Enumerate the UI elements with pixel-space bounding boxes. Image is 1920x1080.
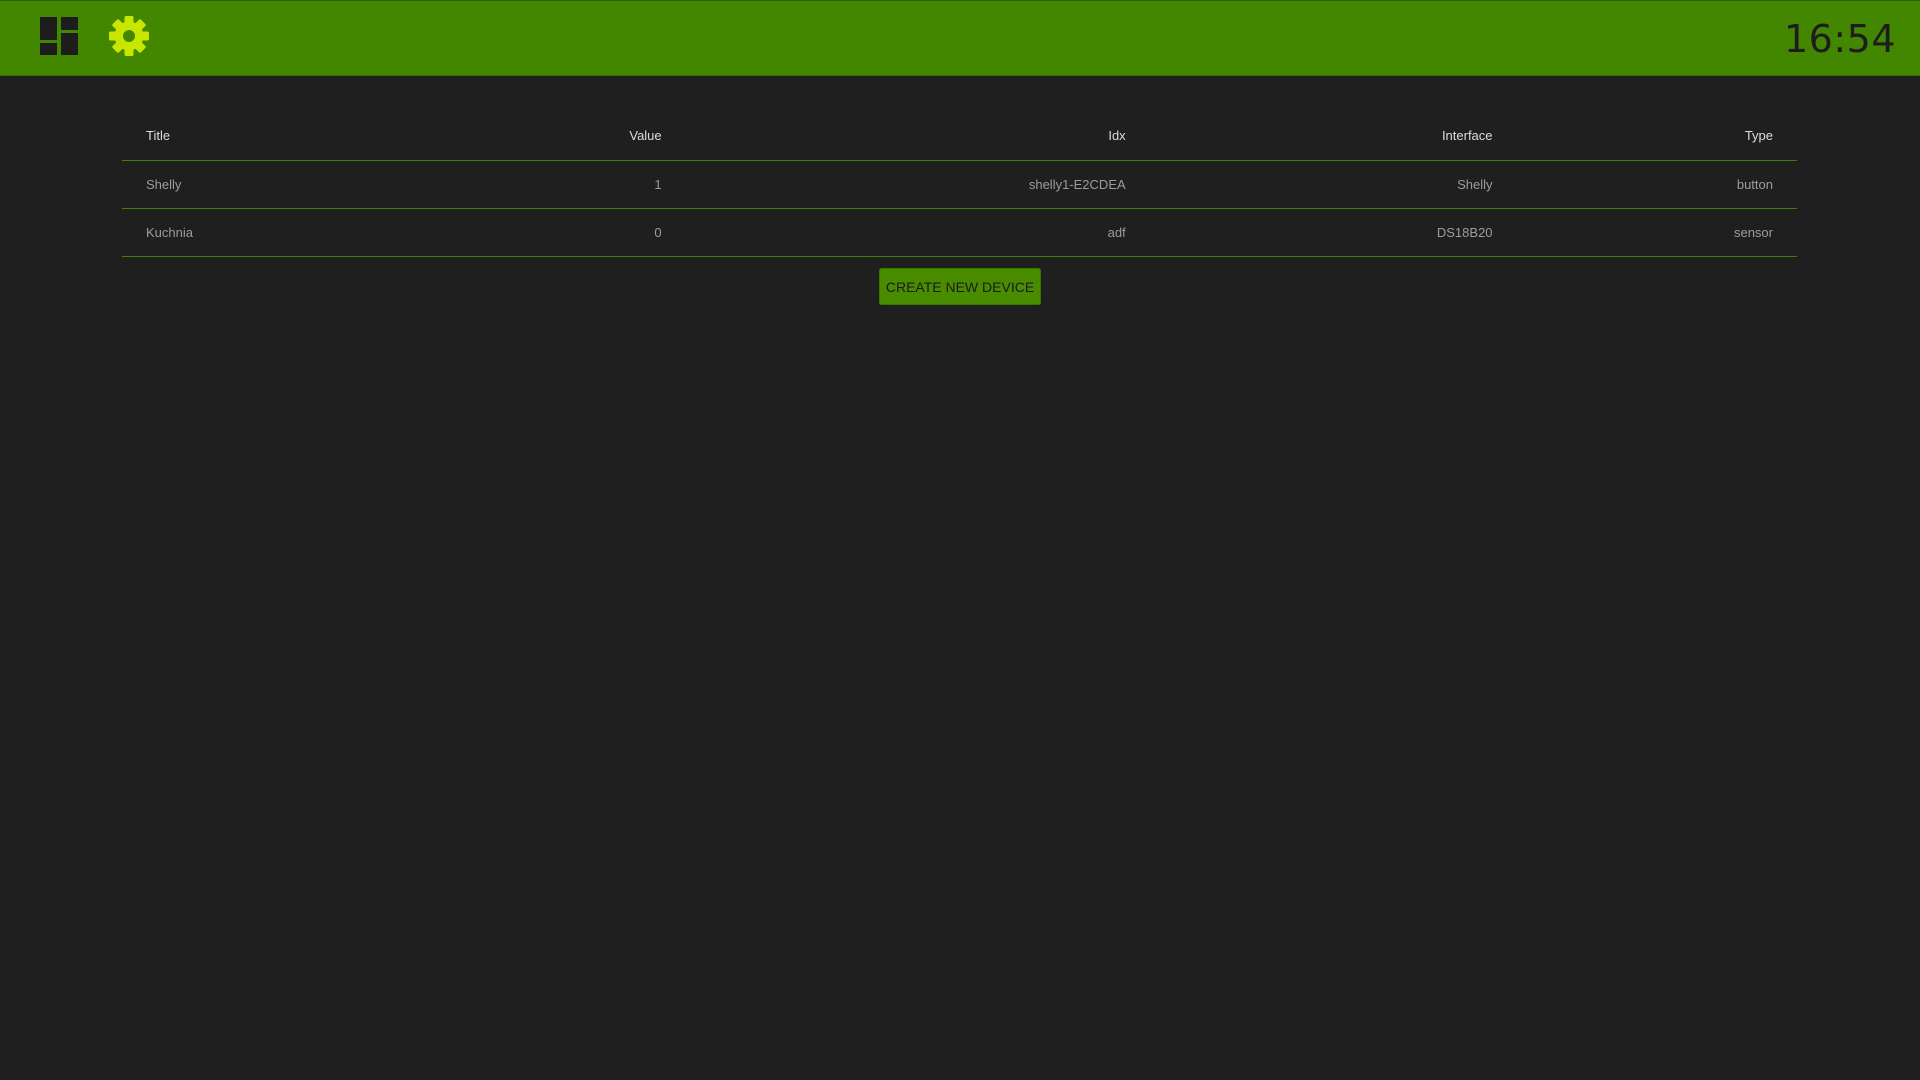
device-interface-cell: DS18B20: [1149, 208, 1517, 257]
column-header-interface[interactable]: Interface: [1149, 110, 1517, 161]
device-title-cell: Kuchnia: [122, 208, 595, 257]
column-header-type[interactable]: Type: [1516, 110, 1797, 161]
column-header-idx[interactable]: Idx: [685, 110, 1150, 161]
settings-nav-button[interactable]: [107, 14, 151, 58]
device-idx-cell: shelly1-E2CDEA: [685, 160, 1150, 209]
create-new-device-button[interactable]: CREATE NEW DEVICE: [879, 268, 1041, 305]
dashboard-nav-button[interactable]: [37, 14, 81, 58]
clock: 16:54: [1783, 17, 1896, 61]
dashboard-icon: [40, 17, 78, 55]
device-idx-cell: adf: [685, 208, 1150, 257]
device-title-cell: Shelly: [122, 160, 595, 209]
table-row[interactable]: Shelly 1 shelly1-E2CDEA Shelly button: [122, 160, 1797, 209]
top-bar: 16:54: [0, 0, 1920, 76]
devices-table-container: Title Value Idx Interface Type Shelly 1 …: [122, 110, 1797, 257]
device-type-cell: button: [1516, 160, 1797, 209]
gear-icon: [109, 16, 149, 56]
table-row[interactable]: Kuchnia 0 adf DS18B20 sensor: [122, 208, 1797, 257]
device-value-cell: 0: [594, 208, 686, 257]
column-header-value[interactable]: Value: [594, 110, 686, 161]
device-interface-cell: Shelly: [1149, 160, 1517, 209]
devices-table: Title Value Idx Interface Type Shelly 1 …: [122, 110, 1797, 257]
table-header-row: Title Value Idx Interface Type: [122, 110, 1797, 161]
device-type-cell: sensor: [1516, 208, 1797, 257]
column-header-title[interactable]: Title: [122, 110, 595, 161]
device-value-cell: 1: [594, 160, 686, 209]
